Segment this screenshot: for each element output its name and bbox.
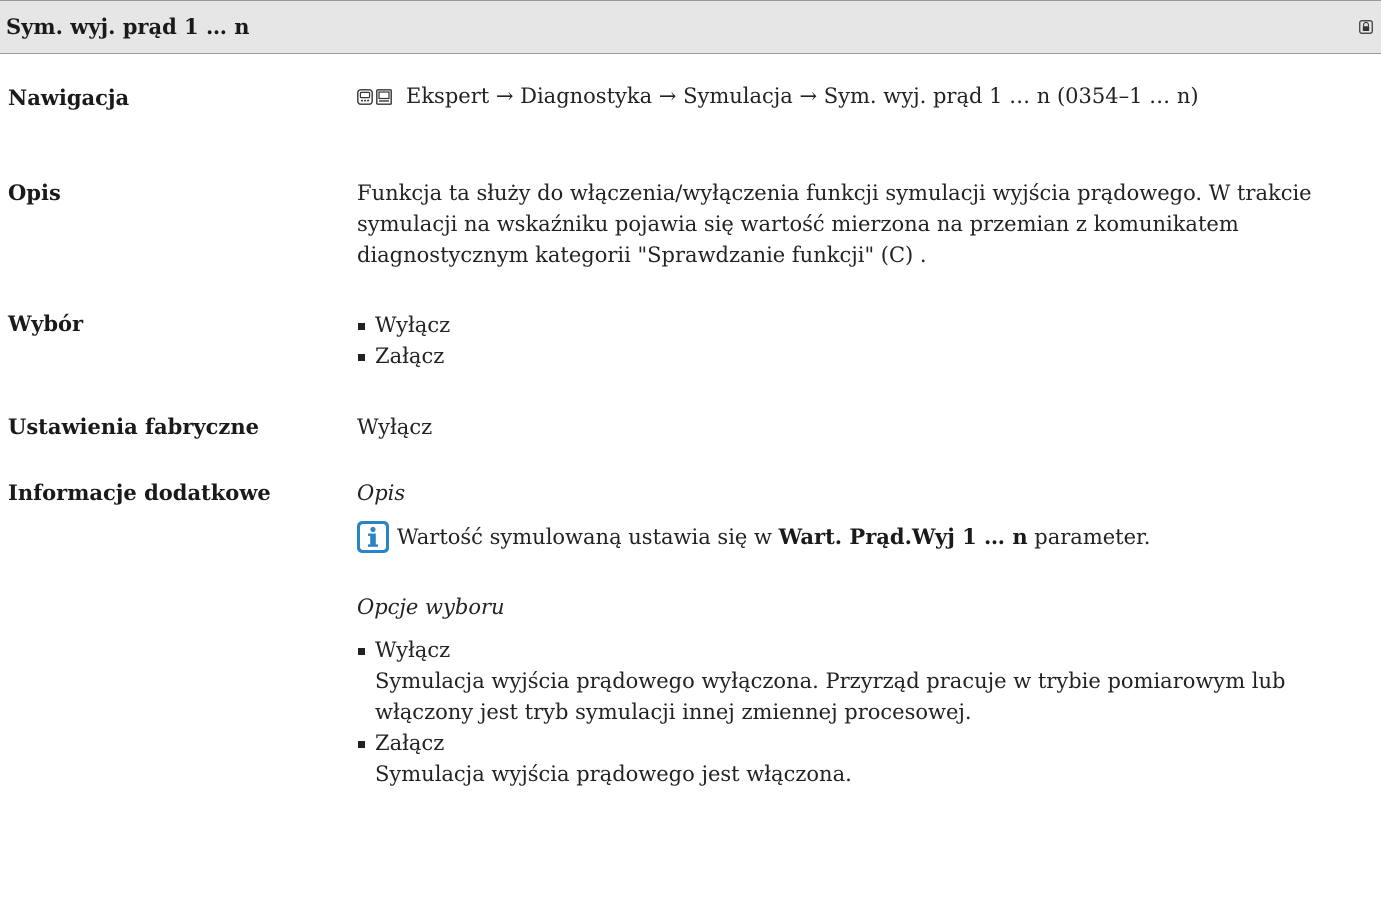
list-item: Wyłącz Symulacja wyjścia prądowego wyłąc… [357, 635, 1371, 728]
ustawienia-value: Wyłącz [357, 415, 433, 439]
option-desc-line: Symulacja wyjścia prądowego wyłączona. P… [375, 669, 1286, 693]
opis-line: Funkcja ta służy do włączenia/wyłączenia… [357, 181, 1312, 205]
display-keypad-icon [357, 88, 373, 105]
opis-text: Funkcja ta służy do włączenia/wyłączenia… [357, 178, 1371, 271]
navigation-path: Ekspert → Diagnostyka → Symulacja → Sym.… [406, 84, 1199, 108]
option-name: Wyłącz [375, 638, 451, 662]
opcje-wyboru-subheading: Opcje wyboru [357, 595, 505, 619]
label-ustawienia-fabryczne: Ustawienia fabryczne [8, 414, 259, 439]
opcje-list: Wyłącz Symulacja wyjścia prądowego wyłąc… [357, 635, 1371, 790]
list-item: Wyłącz [357, 310, 1371, 341]
info-icon [357, 521, 389, 553]
note-parameter-name: Wart. Prąd.Wyj 1 … n [778, 524, 1028, 549]
option-desc-line: Symulacja wyjścia prądowego jest włączon… [375, 762, 852, 786]
lock-icon [1359, 20, 1373, 34]
info-note: Wartość symulowaną ustawia się w Wart. P… [357, 521, 1371, 553]
option-desc-line: włączony jest tryb symulacji innej zmien… [375, 700, 972, 724]
list-item: Załącz Symulacja wyjścia prądowego jest … [357, 728, 1371, 790]
list-item: Załącz [357, 341, 1371, 372]
nav-icons [357, 88, 392, 105]
wybor-options: Wyłącz Załącz [357, 310, 1371, 372]
note-prefix: Wartość symulowaną ustawia się w [397, 525, 779, 549]
note-suffix: parameter. [1027, 525, 1151, 549]
opis-subheading: Opis [357, 481, 406, 505]
label-informacje-dodatkowe: Informacje dodatkowe [8, 480, 271, 505]
label-wybor: Wybór [8, 311, 84, 336]
navigation-path-row: Ekspert → Diagnostyka → Symulacja → Sym.… [357, 81, 1371, 112]
label-nawigacja: Nawigacja [8, 85, 130, 110]
operating-tool-icon [376, 88, 392, 105]
opis-line: symulacji na wskaźniku pojawia się warto… [357, 212, 1239, 236]
informacje-content: Opis Wartość symulowaną ustawia się w Wa… [357, 478, 1371, 790]
label-opis: Opis [8, 180, 61, 205]
option-name: Załącz [375, 731, 445, 755]
opis-line: diagnostycznym kategorii "Sprawdzanie fu… [357, 243, 927, 267]
note-text: Wartość symulowaną ustawia się w Wart. P… [397, 521, 1150, 553]
page-title: Sym. wyj. prąd 1 … n [6, 14, 250, 39]
header-bar: Sym. wyj. prąd 1 … n [0, 0, 1381, 54]
